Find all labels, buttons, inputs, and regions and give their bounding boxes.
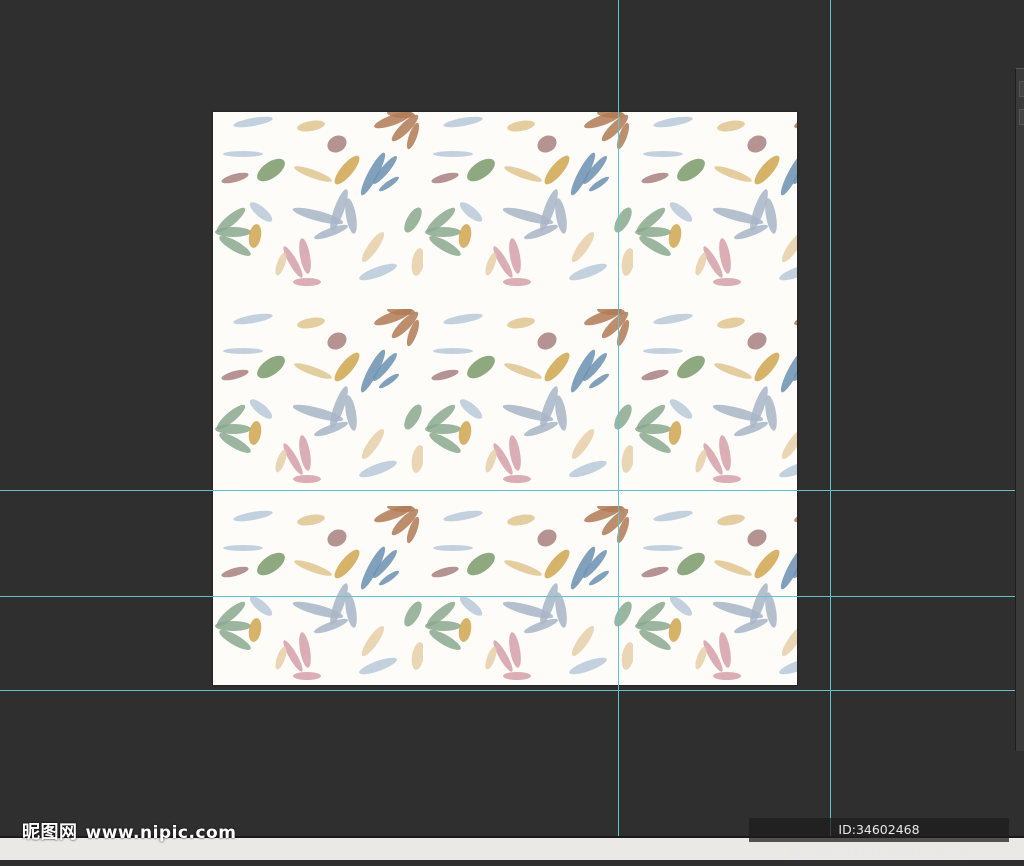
- right-panel-edge[interactable]: [1015, 68, 1024, 751]
- pattern-fill: [213, 112, 797, 685]
- watermark-url: www.nipic.com: [85, 823, 237, 843]
- watermark-logo: 昵图网 www.nipic.com: [22, 818, 236, 844]
- guide-vertical[interactable]: [830, 0, 831, 836]
- guide-horizontal[interactable]: [0, 490, 1016, 491]
- leaf-pattern-artwork: [213, 112, 797, 685]
- guide-horizontal[interactable]: [0, 596, 1016, 597]
- document-canvas[interactable]: [213, 112, 797, 685]
- guide-horizontal[interactable]: [0, 690, 1016, 691]
- watermark-id: ID:34602468 NO:20250426150041726105: [749, 818, 1009, 861]
- panel-button[interactable]: [1019, 109, 1024, 125]
- guide-vertical[interactable]: [618, 0, 619, 836]
- watermark-logo-cn: 昵图网: [22, 822, 78, 843]
- panel-button[interactable]: [1019, 81, 1024, 97]
